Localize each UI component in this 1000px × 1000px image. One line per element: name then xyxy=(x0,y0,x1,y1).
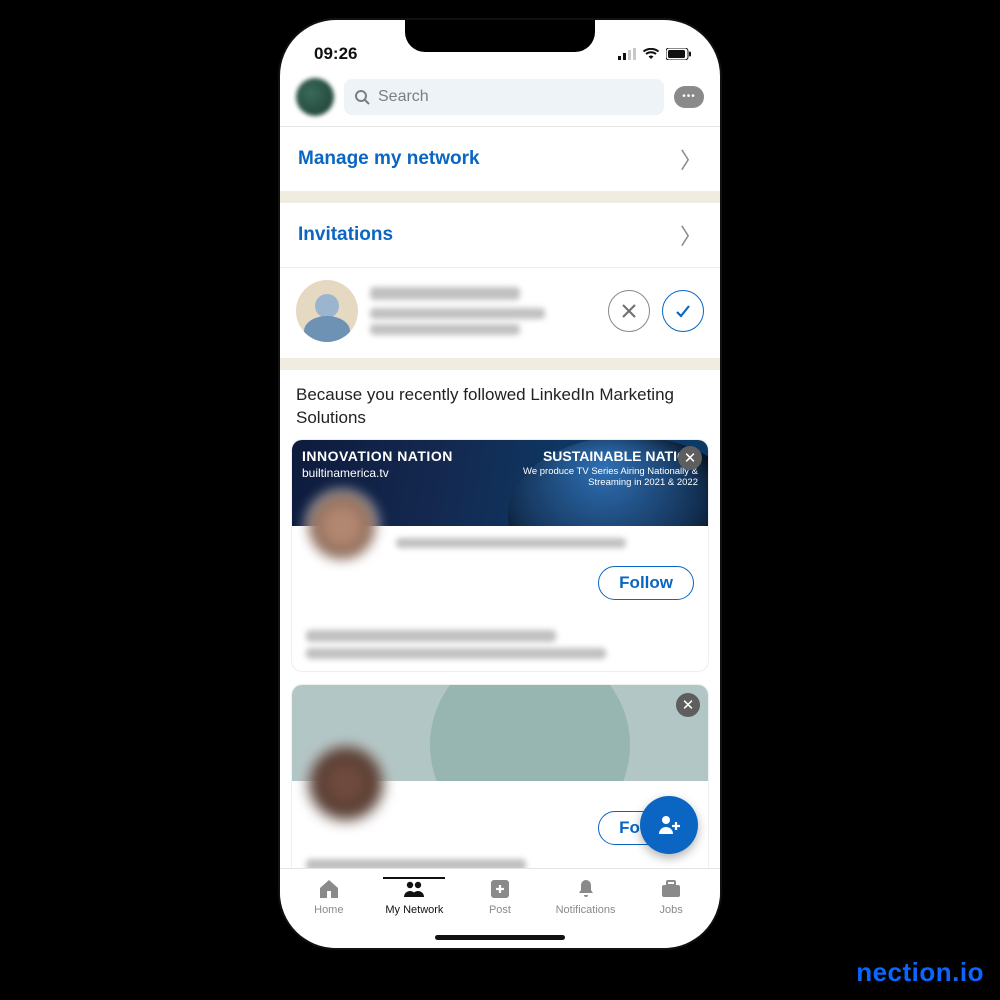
status-icons xyxy=(618,48,692,60)
bell-icon xyxy=(574,877,598,901)
search-placeholder: Search xyxy=(378,88,429,106)
banner-sub-right: We produce TV Series Airing Nationally &… xyxy=(508,466,698,489)
dismiss-button[interactable]: ✕ xyxy=(676,693,700,717)
battery-icon xyxy=(666,48,692,60)
suggestion-avatar[interactable] xyxy=(306,743,386,823)
accept-button[interactable] xyxy=(662,290,704,332)
section-gap xyxy=(280,191,720,203)
tab-label: Home xyxy=(314,904,343,916)
invitation-avatar[interactable] xyxy=(296,280,358,342)
post-icon xyxy=(488,877,512,901)
invitation-item xyxy=(280,267,720,358)
suggestion-avatar[interactable] xyxy=(306,490,378,562)
banner-title-right: SUSTAINABLE NATION xyxy=(543,448,698,464)
app-header: Search xyxy=(280,70,720,126)
invitations-row[interactable]: Invitations 〉 xyxy=(280,203,720,267)
suggestion-card: ✕ Follow xyxy=(292,685,708,889)
invitation-text xyxy=(370,287,596,335)
tab-label: My Network xyxy=(385,904,443,916)
tab-notifications[interactable]: Notifications xyxy=(551,877,621,916)
banner-sub-left: builtinamerica.tv xyxy=(302,466,389,480)
home-indicator xyxy=(435,935,565,940)
suggestion-reason: Because you recently followed LinkedIn M… xyxy=(280,370,720,440)
people-icon xyxy=(402,877,426,901)
tab-my-network[interactable]: My Network xyxy=(379,877,449,916)
tab-label: Post xyxy=(489,904,511,916)
home-icon xyxy=(317,877,341,901)
search-icon xyxy=(354,89,370,105)
tab-jobs[interactable]: Jobs xyxy=(636,877,706,916)
suggestion-card: INNOVATION NATION builtinamerica.tv SUST… xyxy=(292,440,708,671)
manage-network-row[interactable]: Manage my network 〉 xyxy=(280,127,720,191)
section-gap xyxy=(280,358,720,370)
tab-label: Notifications xyxy=(556,904,616,916)
banner-title-left: INNOVATION NATION xyxy=(302,448,453,464)
notch xyxy=(405,20,595,52)
tab-bar: Home My Network Post Notifications Jobs xyxy=(280,868,720,948)
tab-home[interactable]: Home xyxy=(294,877,364,916)
briefcase-icon xyxy=(659,877,683,901)
tab-label: Jobs xyxy=(660,904,683,916)
decline-button[interactable] xyxy=(608,290,650,332)
profile-avatar[interactable] xyxy=(296,78,334,116)
person-add-icon xyxy=(656,812,682,838)
phone-frame: 09:26 Search Manage my network 〉 Invitat… xyxy=(280,20,720,948)
follow-button[interactable]: Follow xyxy=(598,566,694,600)
tab-post[interactable]: Post xyxy=(465,877,535,916)
add-connection-fab[interactable] xyxy=(640,796,698,854)
clock: 09:26 xyxy=(314,44,357,64)
manage-network-label: Manage my network xyxy=(298,148,480,170)
cellular-icon xyxy=(618,48,636,60)
chevron-right-icon: 〉 xyxy=(680,219,702,251)
wifi-icon xyxy=(642,48,660,60)
dismiss-button[interactable]: ✕ xyxy=(678,446,702,470)
search-input[interactable]: Search xyxy=(344,79,664,115)
chevron-right-icon: 〉 xyxy=(680,143,702,175)
invitations-label: Invitations xyxy=(298,224,393,246)
watermark: nection.io xyxy=(856,957,984,988)
messages-icon[interactable] xyxy=(674,86,704,108)
